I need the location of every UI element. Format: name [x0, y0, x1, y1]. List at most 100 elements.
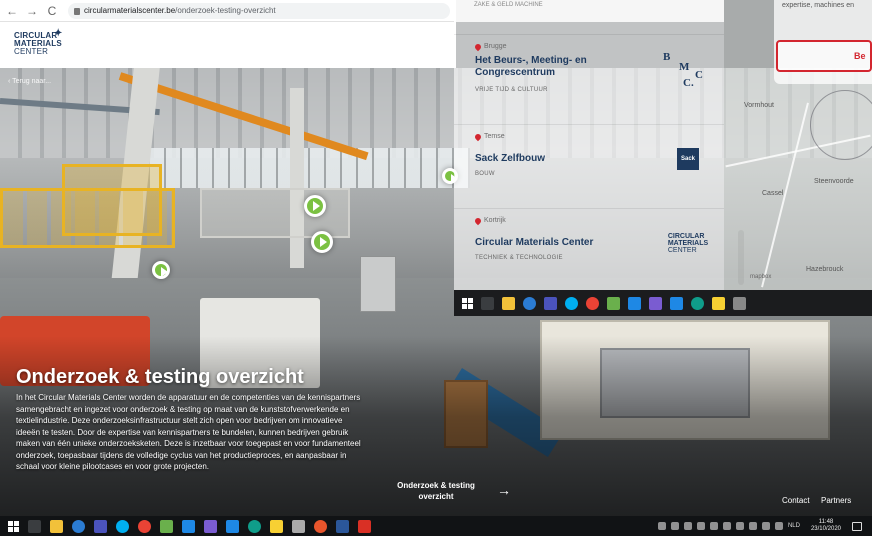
tray-icon[interactable]	[696, 522, 705, 530]
concrete-column	[290, 88, 304, 268]
category-label: VRIJE TIJD & CULTUUR	[475, 87, 548, 93]
sticky-notes-icon[interactable]	[712, 296, 725, 310]
site-logo[interactable]: ✦ CIRCULAR MATERIALS CENTER	[14, 28, 63, 56]
company-logo: CIRCULAR MATERIALS CENTER	[659, 223, 717, 263]
map-pin-icon	[473, 42, 483, 51]
tray-icon[interactable]	[709, 522, 718, 530]
edge-icon[interactable]	[691, 296, 704, 310]
company-name[interactable]: Circular Materials Center	[475, 237, 645, 249]
back-link[interactable]: ‹ Terug naar...	[8, 78, 51, 85]
forward-arrow-icon[interactable]: →	[24, 3, 40, 19]
map-border-line	[810, 90, 872, 160]
inner-taskbar	[454, 290, 872, 316]
play-hotspot-icon[interactable]	[311, 231, 333, 253]
tray-icon[interactable]	[670, 522, 679, 530]
file-explorer-icon[interactable]	[502, 296, 515, 310]
skype-icon[interactable]	[565, 296, 578, 310]
logo-letter: B	[663, 51, 671, 63]
edge-legacy-icon[interactable]	[72, 519, 85, 533]
notification-icon[interactable]	[852, 521, 862, 531]
app-icon[interactable]	[204, 519, 217, 533]
reload-icon[interactable]: C	[44, 3, 60, 19]
back-arrow-icon[interactable]: ←	[4, 3, 20, 19]
chrome-icon[interactable]	[586, 296, 599, 310]
company-logo: B M C C.	[659, 49, 717, 89]
location-text: Kortrijk	[484, 217, 506, 224]
task-view-icon[interactable]	[481, 296, 494, 310]
settings-gear-icon[interactable]	[292, 519, 305, 533]
onedrive-icon[interactable]	[182, 519, 195, 533]
onedrive-icon[interactable]	[226, 519, 239, 533]
windows-taskbar: NLD 11:48 23/10/2020	[0, 516, 872, 536]
logo-letter: M	[679, 61, 690, 73]
tray-icon[interactable]	[683, 522, 692, 530]
teams-icon[interactable]	[544, 296, 557, 310]
category-label: BOUW	[475, 171, 495, 177]
logo-line: CIRCULAR	[667, 232, 705, 240]
tray-icon[interactable]	[657, 522, 666, 530]
map-town-label: Cassel	[762, 190, 784, 197]
map-pin-icon	[473, 132, 483, 141]
sticky-notes-icon[interactable]	[270, 519, 283, 533]
app-icon[interactable]	[607, 296, 620, 310]
intro-paragraph: In het Circular Materials Center worden …	[16, 393, 361, 471]
company-list: ZAKE & GELD MACHINE Brugge Het Beurs-, M…	[454, 0, 744, 290]
map-town-label: Vormhout	[744, 102, 774, 109]
company-logo: Sack	[659, 139, 717, 179]
logo-line: MATERIALS	[667, 239, 709, 247]
tray-icon[interactable]	[735, 522, 744, 530]
address-bar[interactable]: circularmaterialscenter.be/onderzoek-tes…	[68, 2, 450, 19]
app-icon[interactable]	[314, 519, 327, 533]
play-hotspot-icon[interactable]	[152, 261, 170, 279]
mapbox-attribution: mapbox	[750, 274, 772, 280]
arrow-right-icon[interactable]: →	[497, 482, 511, 498]
map-town-label: Steenvoorde	[814, 178, 854, 185]
windows-start-icon[interactable]	[462, 297, 473, 309]
teams-icon[interactable]	[94, 519, 107, 533]
category-label: TECHNIEK & TECHNOLOGIE	[475, 255, 563, 261]
map-town-label: Hazebrouck	[806, 266, 844, 273]
play-hotspot-icon[interactable]	[304, 195, 326, 217]
partners-link[interactable]: Partners	[821, 496, 851, 505]
sack-logo-mark: Sack	[677, 148, 699, 170]
tour-link-label[interactable]: Onderzoek & testing overzicht	[386, 480, 486, 502]
location-label: Brugge	[473, 42, 507, 51]
map-pin-icon	[473, 216, 483, 225]
app-icon[interactable]	[160, 519, 173, 533]
tray-icon[interactable]	[748, 522, 757, 530]
browser-toolbar: ← → C circularmaterialscenter.be/onderzo…	[0, 0, 456, 22]
contact-link[interactable]: Contact	[782, 496, 810, 505]
company-name[interactable]: Sack Zelfbouw	[475, 153, 645, 165]
list-item[interactable]: Brugge Het Beurs-, Meeting- en Congresce…	[454, 34, 724, 112]
edge-legacy-icon[interactable]	[523, 296, 536, 310]
edge-icon[interactable]	[248, 519, 261, 533]
file-explorer-icon[interactable]	[50, 519, 63, 533]
skype-icon[interactable]	[116, 519, 129, 533]
chrome-icon[interactable]	[138, 519, 151, 533]
onedrive-icon[interactable]	[628, 296, 641, 310]
app-icon[interactable]	[649, 296, 662, 310]
settings-gear-icon[interactable]	[733, 296, 746, 310]
clock[interactable]: 11:48 23/10/2020	[811, 519, 841, 533]
wifi-icon[interactable]	[761, 522, 770, 530]
onedrive-icon[interactable]	[670, 296, 683, 310]
company-name[interactable]: Het Beurs-, Meeting- en Congrescentrum	[475, 55, 645, 79]
volume-icon[interactable]	[774, 522, 783, 530]
tray-icon[interactable]	[722, 522, 731, 530]
logo-mark-icon: ✦	[54, 28, 63, 39]
site-header: ✦ CIRCULAR MATERIALS CENTER	[0, 22, 456, 68]
url-host: circularmaterialscenter.be	[84, 5, 176, 15]
word-icon[interactable]	[336, 519, 349, 533]
windows-start-icon[interactable]	[8, 520, 19, 532]
language-indicator[interactable]: NLD	[788, 523, 800, 529]
location-text: Brugge	[484, 43, 507, 50]
task-view-icon[interactable]	[28, 519, 41, 533]
map-action-button[interactable]: Be	[776, 40, 872, 72]
list-item[interactable]: Kortrijk Circular Materials Center TECHN…	[454, 208, 724, 286]
overlay-window: ZAKE & GELD MACHINE Brugge Het Beurs-, M…	[454, 0, 872, 316]
sack-logo-icon: Sack	[677, 148, 699, 170]
cmc-logo-icon: CIRCULAR MATERIALS CENTER	[668, 233, 708, 254]
pdf-icon[interactable]	[358, 519, 371, 533]
list-item[interactable]: Temse Sack Zelfbouw BOUW Sack	[454, 124, 724, 202]
list-top-text: ZAKE & GELD MACHINE	[454, 0, 724, 22]
